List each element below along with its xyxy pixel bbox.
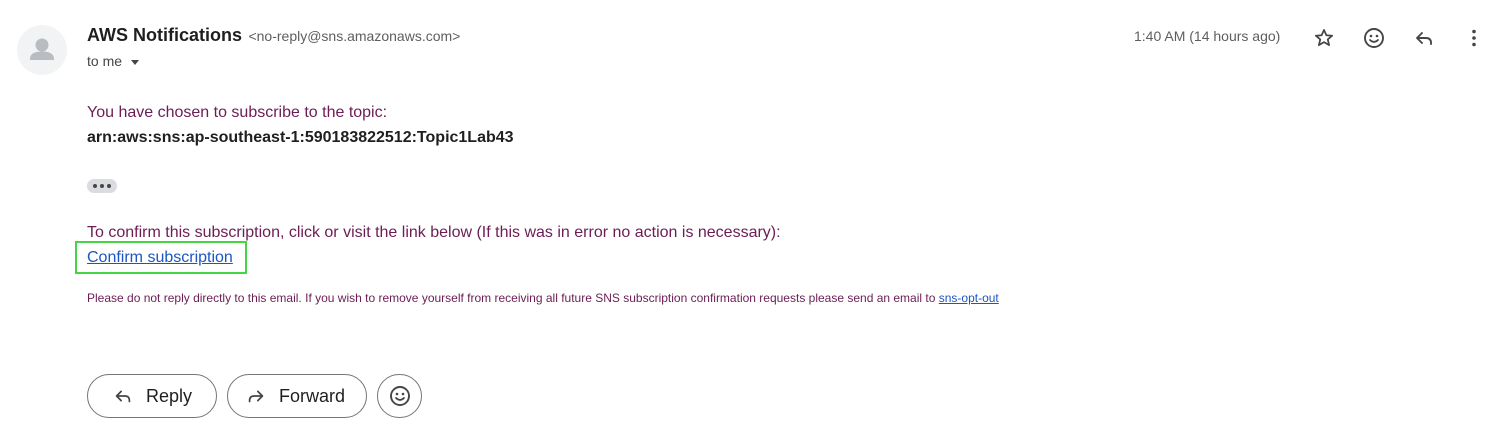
add-reaction-button[interactable] xyxy=(1358,22,1390,54)
intro-text: You have chosen to subscribe to the topi… xyxy=(87,104,388,121)
star-icon xyxy=(1314,29,1334,47)
dot-icon xyxy=(93,184,97,188)
show-trimmed-content-button[interactable] xyxy=(87,179,117,193)
forward-label: Forward xyxy=(279,385,346,406)
dot-icon xyxy=(100,184,104,188)
sender-email: <no-reply@sns.amazonaws.com> xyxy=(248,28,461,44)
recipient-details-toggle[interactable]: to me xyxy=(87,53,140,69)
avatar-icon xyxy=(30,38,54,60)
confirm-subscription-link[interactable]: Confirm subscription xyxy=(87,249,233,267)
reply-icon xyxy=(1416,32,1432,45)
emoji-reaction-button[interactable] xyxy=(377,374,422,418)
star-button[interactable] xyxy=(1308,22,1340,54)
emoji-icon xyxy=(1364,28,1384,48)
chevron-down-icon xyxy=(131,59,140,65)
footer-note: Please do not reply directly to this ema… xyxy=(87,291,999,305)
opt-out-link[interactable]: sns-opt-out xyxy=(939,291,999,305)
sender-avatar[interactable] xyxy=(17,25,67,75)
confirm-instructions: To confirm this subscription, click or v… xyxy=(87,224,781,241)
sender-name[interactable]: AWS Notifications xyxy=(87,25,242,45)
topic-arn: arn:aws:sns:ap-southeast-1:590183822512:… xyxy=(87,129,514,146)
forward-action-button[interactable]: Forward xyxy=(227,374,367,418)
forward-icon xyxy=(248,390,264,403)
reply-button[interactable] xyxy=(1408,22,1440,54)
dot-icon xyxy=(107,184,111,188)
recipient-label: to me xyxy=(87,53,123,69)
reply-label: Reply xyxy=(146,385,193,406)
more-vert-icon xyxy=(1472,29,1476,47)
timestamp: 1:40 AM (14 hours ago) xyxy=(1134,28,1281,44)
reply-action-button[interactable]: Reply xyxy=(87,374,217,418)
sender-line: AWS Notifications <no-reply@sns.amazonaw… xyxy=(87,25,460,46)
more-options-button[interactable] xyxy=(1458,22,1490,54)
emoji-icon xyxy=(389,386,410,406)
footer-note-text: Please do not reply directly to this ema… xyxy=(87,291,939,305)
reply-icon xyxy=(115,390,131,403)
